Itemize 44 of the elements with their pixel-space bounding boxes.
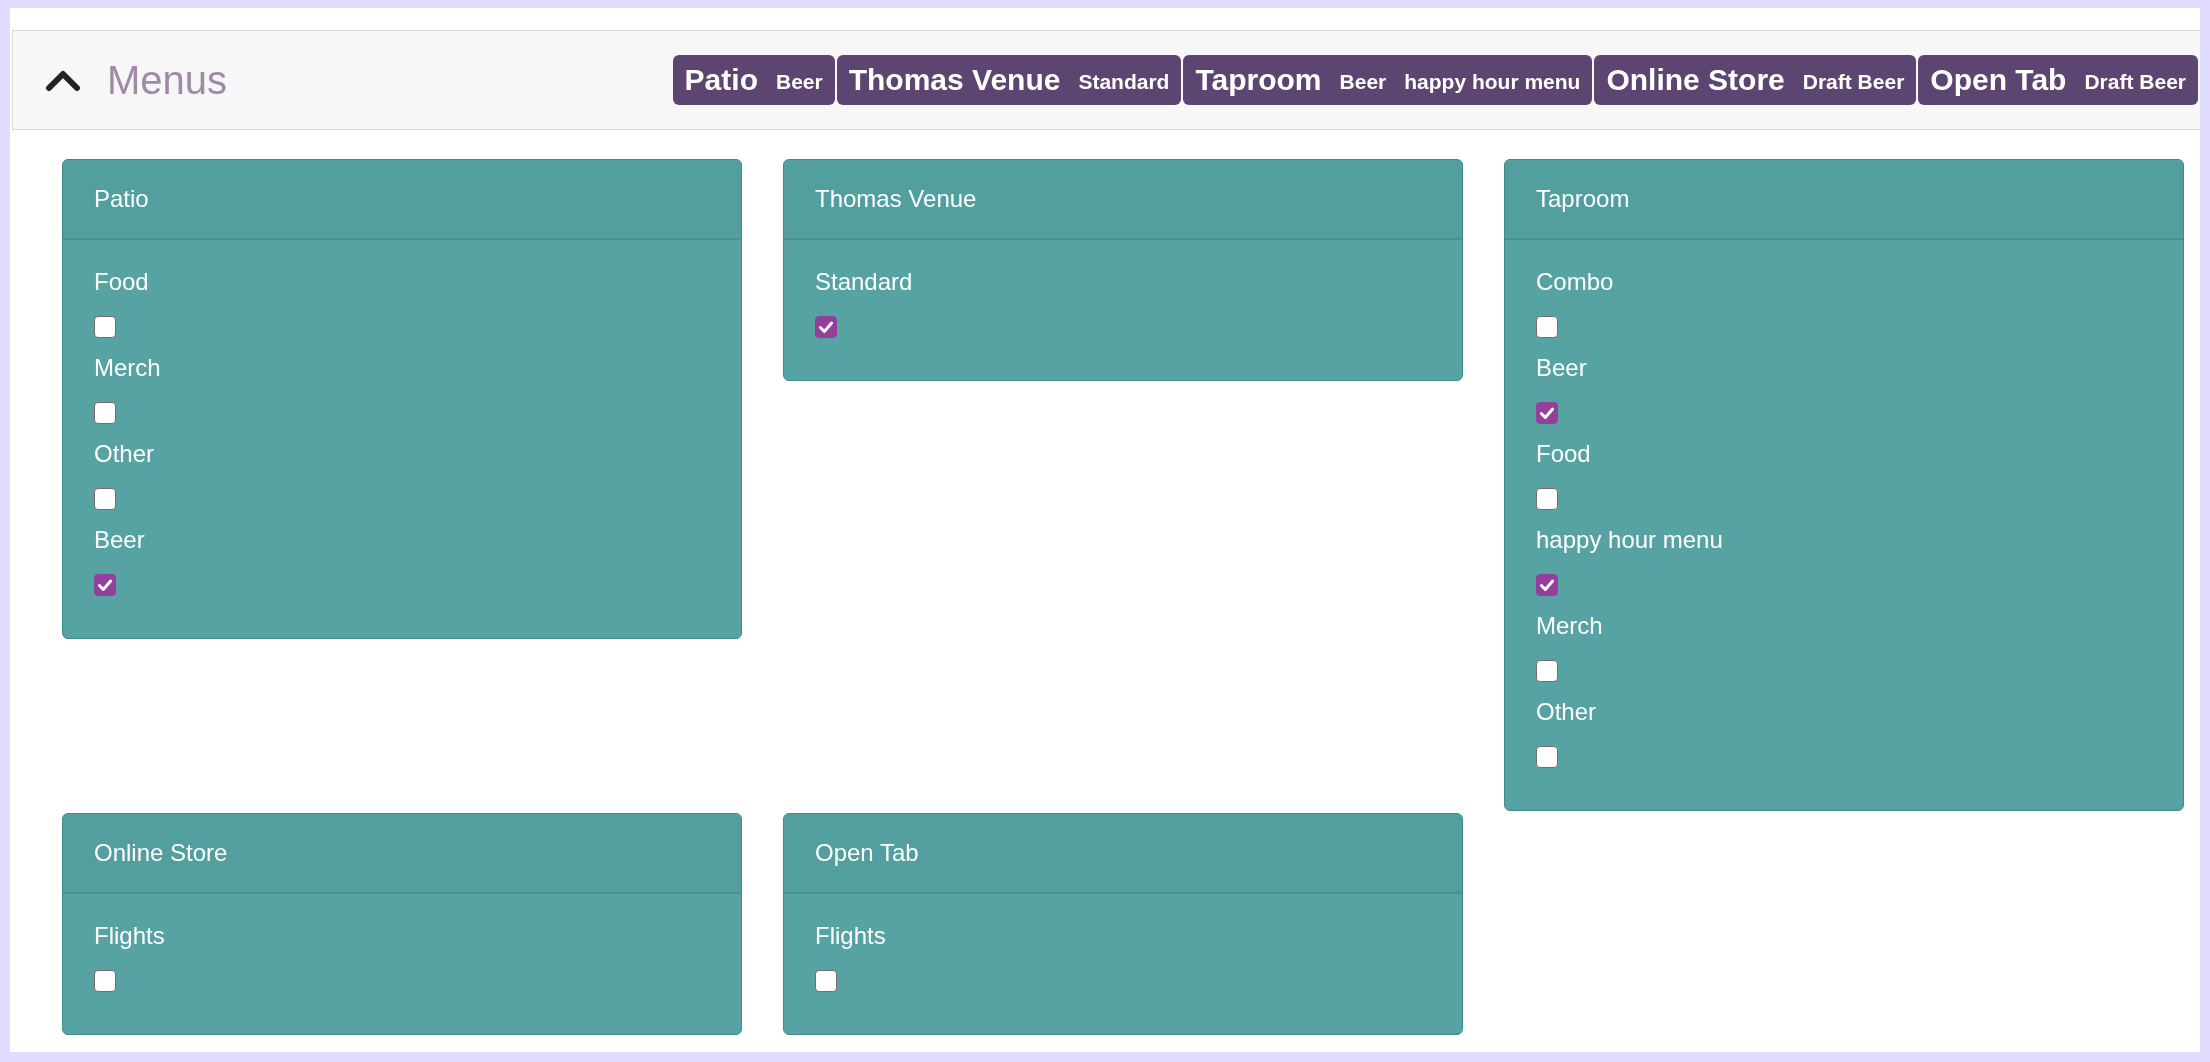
checkbox[interactable] xyxy=(1536,488,1558,510)
checkbox-label: Food xyxy=(1536,439,1591,469)
checkbox-label: Flights xyxy=(94,921,165,951)
checkbox-label: Merch xyxy=(1536,611,1603,641)
badge-tag: Draft Beer xyxy=(1802,70,1905,94)
card-title: Open Tab xyxy=(815,839,919,867)
checkbox[interactable] xyxy=(94,970,116,992)
checkbox[interactable] xyxy=(94,488,116,510)
checkbox[interactable] xyxy=(815,970,837,992)
badge-tag: Draft Beer xyxy=(2084,70,2186,94)
checkbox-label: Other xyxy=(1536,697,1597,727)
checkbox-label: Flights xyxy=(815,921,886,951)
badge-title: Open Tab xyxy=(1930,63,2067,97)
section-title: Menus xyxy=(107,57,228,103)
card-title: Taproom xyxy=(1536,185,1630,213)
checkbox-label: Beer xyxy=(1536,353,1587,383)
card-title: Patio xyxy=(94,185,149,213)
checkbox-label: happy hour menu xyxy=(1536,525,1723,555)
checkbox[interactable] xyxy=(94,316,116,338)
checkbox[interactable] xyxy=(1536,402,1558,424)
badge-tag: happy hour menu xyxy=(1404,70,1581,94)
checkbox[interactable] xyxy=(1536,574,1558,596)
checkbox[interactable] xyxy=(94,574,116,596)
checkbox[interactable] xyxy=(1536,660,1558,682)
checkbox[interactable] xyxy=(94,402,116,424)
badge-title: Thomas Venue xyxy=(848,63,1061,97)
badge-tag: Beer xyxy=(1339,70,1387,94)
chevron-up-icon[interactable] xyxy=(45,68,81,92)
checkbox-label: Other xyxy=(94,439,155,469)
checkbox[interactable] xyxy=(1536,746,1558,768)
badge-tag: Standard xyxy=(1078,70,1170,94)
checkbox-label: Beer xyxy=(94,525,145,555)
checkbox-label: Combo xyxy=(1536,267,1614,297)
badge-title: Taproom xyxy=(1195,63,1322,97)
checkbox[interactable] xyxy=(815,316,837,338)
badge-title: Online Store xyxy=(1606,63,1785,97)
checkbox-label: Standard xyxy=(815,267,913,297)
checkbox-label: Merch xyxy=(94,353,161,383)
checkbox-label: Food xyxy=(94,267,149,297)
badge-tag: Beer xyxy=(775,70,823,94)
card-title: Online Store xyxy=(94,839,228,867)
card-title: Thomas Venue xyxy=(815,185,977,213)
badge-title: Patio xyxy=(684,63,758,97)
checkbox[interactable] xyxy=(1536,316,1558,338)
